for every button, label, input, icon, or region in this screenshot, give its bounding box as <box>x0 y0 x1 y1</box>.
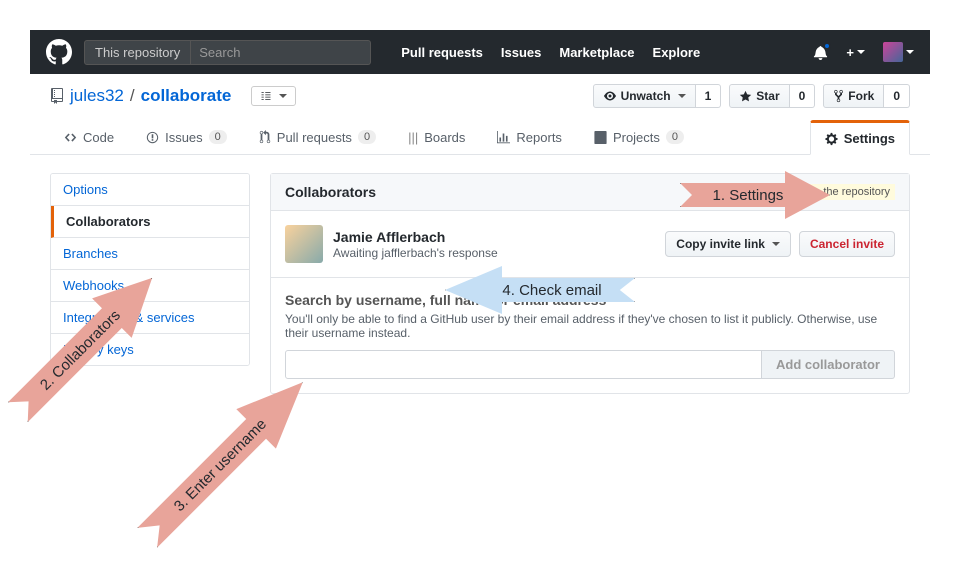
cancel-invite-button[interactable]: Cancel invite <box>799 231 895 257</box>
tab-code[interactable]: Code <box>50 120 128 154</box>
panel-heading: Collaborators <box>285 184 376 200</box>
add-collaborator-button[interactable]: Add collaborator <box>762 350 895 379</box>
star-count[interactable]: 0 <box>790 84 816 108</box>
avatar-icon <box>285 225 323 263</box>
side-integrations[interactable]: Integrations & services <box>51 302 249 334</box>
global-nav: This repository Pull requests Issues Mar… <box>30 30 930 74</box>
side-collaborators[interactable]: Collaborators <box>51 206 249 238</box>
fork-button[interactable]: Fork <box>823 84 884 108</box>
github-logo-icon[interactable] <box>46 39 72 65</box>
avatar-icon <box>883 42 903 62</box>
tab-pull-requests[interactable]: Pull requests0 <box>245 120 390 154</box>
create-new-dropdown[interactable]: + <box>846 45 865 60</box>
repo-link[interactable]: collaborate <box>141 86 232 105</box>
tab-issues[interactable]: Issues0 <box>132 120 241 154</box>
fork-count[interactable]: 0 <box>884 84 910 108</box>
view-toggle[interactable] <box>251 86 296 106</box>
pending-collaborator-row: Jamie Afflerbach Awaiting jafflerbach's … <box>271 211 909 278</box>
tab-projects[interactable]: Projects0 <box>580 120 698 154</box>
tab-boards[interactable]: |||Boards <box>394 120 479 154</box>
side-branches[interactable]: Branches <box>51 238 249 270</box>
repo-header: jules32 / collaborate Unwatch 1 Star 0 F… <box>30 74 930 155</box>
search-help-text: You'll only be able to find a GitHub use… <box>285 312 895 340</box>
nav-explore[interactable]: Explore <box>653 45 701 60</box>
copy-invite-button[interactable]: Copy invite link <box>665 231 791 257</box>
side-options[interactable]: Options <box>51 174 249 206</box>
search-scope[interactable]: This repository <box>84 40 191 65</box>
nav-issues[interactable]: Issues <box>501 45 541 60</box>
watch-count[interactable]: 1 <box>696 84 722 108</box>
collaborator-search-input[interactable] <box>285 350 762 379</box>
collaborator-name: Jamie Afflerbach <box>333 229 445 245</box>
user-menu[interactable] <box>883 42 914 62</box>
nav-marketplace[interactable]: Marketplace <box>559 45 634 60</box>
tab-settings[interactable]: Settings <box>810 120 910 155</box>
tab-reports[interactable]: Reports <box>483 120 576 154</box>
unwatch-button[interactable]: Unwatch <box>593 84 696 108</box>
notifications-icon[interactable] <box>813 45 828 60</box>
collaborator-status: Awaiting jafflerbach's response <box>333 246 498 260</box>
owner-link[interactable]: jules32 <box>70 86 124 106</box>
nav-links: Pull requests Issues Marketplace Explore <box>401 45 700 60</box>
repo-icon <box>50 88 64 104</box>
nav-pull-requests[interactable]: Pull requests <box>401 45 483 60</box>
side-webhooks[interactable]: Webhooks <box>51 270 249 302</box>
gear-icon <box>825 132 838 146</box>
search-input[interactable] <box>191 40 371 65</box>
star-button[interactable]: Star <box>729 84 789 108</box>
